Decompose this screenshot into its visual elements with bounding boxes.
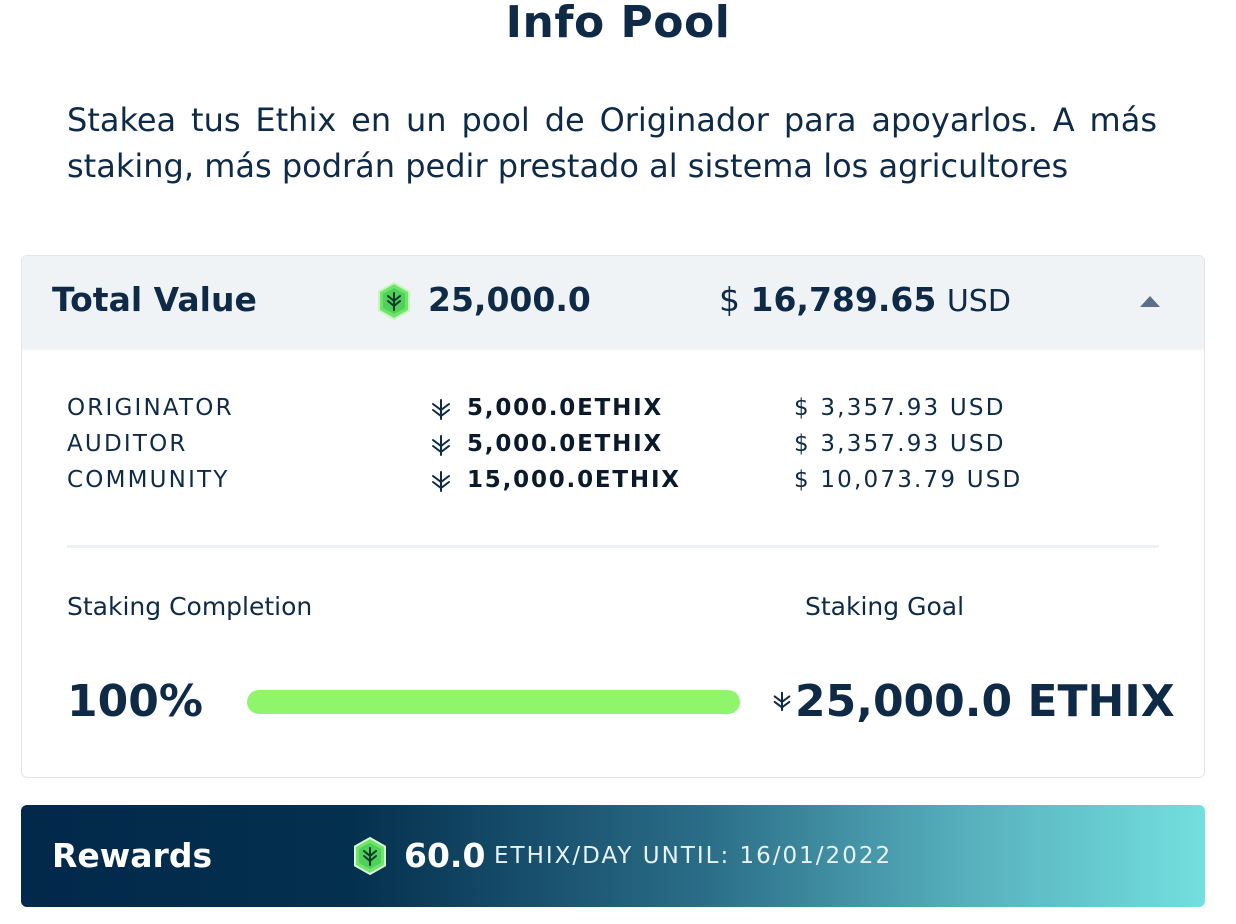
total-value-usd: $ 16,789.65 USD xyxy=(719,280,1011,319)
usd-amount: 16,789.65 xyxy=(750,280,937,319)
staking-progress-fill xyxy=(247,690,740,714)
row-amount: 15,000.0ETHIX xyxy=(467,467,681,493)
row-usd: $ 3,357.93 USD xyxy=(794,395,1006,421)
staking-progress-bar xyxy=(247,690,740,714)
row-usd: $ 3,357.93 USD xyxy=(794,431,1006,457)
staking-completion-label: Staking Completion xyxy=(67,592,313,621)
staking-goal-amount: 25,000.0 ETHIX xyxy=(795,676,1175,727)
caret-up-icon[interactable] xyxy=(1140,296,1160,307)
ethix-token-icon xyxy=(378,282,410,320)
rewards-label: Rewards xyxy=(52,836,213,875)
row-label: COMMUNITY xyxy=(67,467,230,493)
usd-unit: USD xyxy=(946,284,1011,319)
usd-symbol: $ xyxy=(719,280,740,319)
ethix-sprig-icon xyxy=(432,471,450,492)
row-usd: $ 10,073.79 USD xyxy=(794,467,1023,493)
section-divider xyxy=(67,545,1159,548)
page-title: Info Pool xyxy=(505,0,731,48)
breakdown-row-auditor: AUDITOR 5,000.0ETHIX $ 3,357.93 USD xyxy=(67,429,1067,465)
breakdown-row-originator: ORIGINATOR 5,000.0ETHIX $ 3,357.93 USD xyxy=(67,393,1067,429)
rewards-unit: ETHIX/DAY UNTIL: 16/01/2022 xyxy=(494,843,893,869)
row-label: AUDITOR xyxy=(67,431,188,457)
total-value-ethix: 25,000.0 xyxy=(428,280,591,319)
total-value-label: Total Value xyxy=(52,280,257,319)
ethix-sprig-icon xyxy=(773,691,791,712)
breakdown-row-community: COMMUNITY 15,000.0ETHIX $ 10,073.79 USD xyxy=(67,465,1067,501)
staking-goal-value: 25,000.0 ETHIX xyxy=(771,676,1175,727)
rewards-bar: Rewards 60.0 ETHIX/DAY UNTIL: 16/01/2022 xyxy=(21,805,1205,907)
row-amount: 5,000.0ETHIX xyxy=(467,431,664,457)
pool-description: Stakea tus Ethix en un pool de Originado… xyxy=(67,101,1157,185)
ethix-token-icon xyxy=(354,837,386,875)
row-amount: 5,000.0ETHIX xyxy=(467,395,664,421)
total-value-card: Total Value 25,000.0 $ 16,789.65 USD ORI… xyxy=(21,255,1205,778)
staking-goal-label: Staking Goal xyxy=(805,592,965,621)
total-value-header[interactable]: Total Value 25,000.0 $ 16,789.65 USD xyxy=(22,256,1204,348)
row-label: ORIGINATOR xyxy=(67,395,234,421)
ethix-sprig-icon xyxy=(432,399,450,420)
ethix-sprig-icon xyxy=(432,435,450,456)
staking-completion-percent: 100% xyxy=(67,676,203,727)
rewards-value: 60.0 xyxy=(404,836,486,875)
